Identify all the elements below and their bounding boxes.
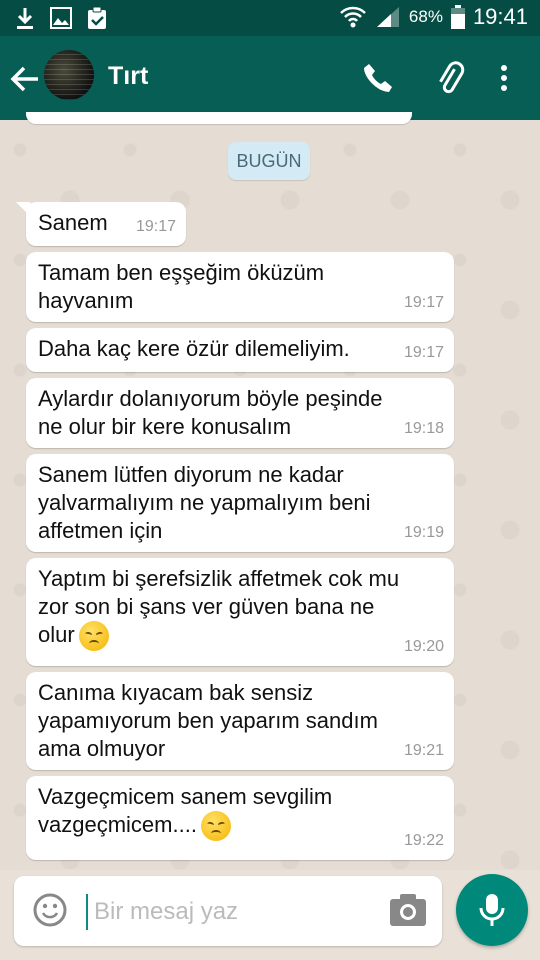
download-icon xyxy=(17,8,33,29)
message-bubble[interactable]: Sanem 19:17 xyxy=(16,202,186,246)
previous-message-bubble xyxy=(26,112,412,124)
message-text: Canıma kıyacam bak sensiz yapamıyorum be… xyxy=(38,680,378,761)
mic-button[interactable] xyxy=(456,874,528,946)
chat-header: Tırt xyxy=(0,36,540,120)
message-time: 19:18 xyxy=(403,420,444,437)
date-separator: BUGÜN xyxy=(228,142,310,180)
wifi-icon xyxy=(340,6,366,28)
message-time: 19:21 xyxy=(403,742,444,759)
message-text: Aylardır dolanıyorum böyle peşinde ne ol… xyxy=(38,386,383,439)
message-text: Daha kaç kere özür dilemeliyim. xyxy=(38,336,350,361)
message-bubble[interactable]: Daha kaç kere özür dilemeliyim. 19:17 xyxy=(26,328,454,372)
message-time: 19:17 xyxy=(135,218,176,235)
bubble-tail xyxy=(16,202,30,216)
signal-icon xyxy=(376,7,399,27)
message-bubble[interactable]: Canıma kıyacam bak sensiz yapamıyorum be… xyxy=(26,672,454,770)
clipboard-check-icon xyxy=(88,6,106,29)
contact-avatar[interactable] xyxy=(44,50,94,100)
clock: 19:41 xyxy=(472,4,528,29)
message-time: 19:17 xyxy=(403,294,444,311)
paperclip-icon[interactable] xyxy=(432,60,468,96)
message-input[interactable] xyxy=(92,890,386,934)
message-text: Sanem xyxy=(38,210,108,235)
message-time: 19:17 xyxy=(403,344,444,361)
message-time: 19:22 xyxy=(403,832,444,849)
status-bar: 68% 19:41 xyxy=(0,0,540,36)
emoji-icon[interactable] xyxy=(32,892,68,928)
message-time: 19:19 xyxy=(403,524,444,541)
phone-icon[interactable] xyxy=(360,60,396,96)
message-bubble[interactable]: Yaptım bi şerefsizlik affetmek cok mu zo… xyxy=(26,558,454,666)
message-bubble[interactable]: Tamam ben eşşeğim öküzüm hayvanım 19:17 xyxy=(26,252,454,322)
battery-percent: 68% xyxy=(408,7,443,26)
message-bubble[interactable]: Sanem lütfen diyorum ne kadar yalvarmalı… xyxy=(26,454,454,552)
camera-icon[interactable] xyxy=(388,892,428,928)
chat-area[interactable]: BUGÜN Sanem 19:17 Tamam ben eşşeğim öküz… xyxy=(0,112,540,870)
text-cursor xyxy=(86,894,88,930)
gallery-icon xyxy=(50,7,72,29)
message-bubble[interactable]: Vazgeçmicem sanem sevgilim vazgeçmicem..… xyxy=(26,776,454,860)
battery-icon xyxy=(450,5,465,29)
mic-icon xyxy=(479,894,505,926)
disappointed-face-icon xyxy=(78,621,109,652)
contact-name[interactable]: Tırt xyxy=(108,62,148,91)
message-composer xyxy=(14,876,442,946)
message-text: Sanem lütfen diyorum ne kadar yalvarmalı… xyxy=(38,462,371,543)
disappointed-face-icon xyxy=(200,811,231,842)
message-bubble[interactable]: Aylardır dolanıyorum böyle peşinde ne ol… xyxy=(26,378,454,448)
message-text: Tamam ben eşşeğim öküzüm hayvanım xyxy=(38,260,325,313)
back-arrow-icon[interactable] xyxy=(8,62,42,96)
more-vertical-icon[interactable] xyxy=(486,60,522,96)
message-text: Vazgeçmicem sanem sevgilim vazgeçmicem..… xyxy=(38,784,333,837)
message-time: 19:20 xyxy=(403,638,444,655)
